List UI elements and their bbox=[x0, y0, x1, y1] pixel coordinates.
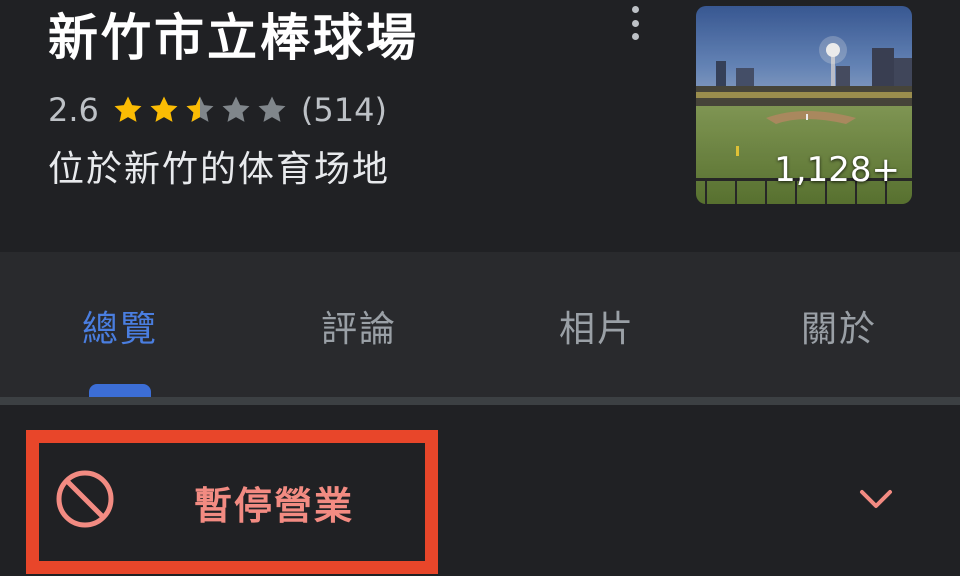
rating-value: 2.6 bbox=[48, 91, 99, 129]
more-dot bbox=[631, 33, 639, 40]
place-photo[interactable]: 1,128+ bbox=[696, 6, 912, 204]
tab-photos[interactable]: 相片 bbox=[517, 300, 677, 352]
place-category: 位於新竹的体育场地 bbox=[48, 149, 391, 190]
star-empty-icon bbox=[258, 96, 286, 122]
place-title: 新竹市立棒球場 bbox=[48, 9, 419, 67]
tab-about[interactable]: 關於 bbox=[759, 300, 919, 352]
chevron-down-icon[interactable] bbox=[856, 484, 896, 512]
tabs-divider bbox=[0, 397, 960, 405]
ban-icon bbox=[56, 470, 114, 528]
star-empty-icon bbox=[222, 96, 250, 122]
star-icon bbox=[150, 96, 178, 122]
photo-count: 1,128+ bbox=[774, 150, 900, 190]
star-rating bbox=[111, 93, 289, 127]
temporarily-closed-label[interactable]: 暫停營業 bbox=[194, 475, 354, 530]
active-tab-indicator bbox=[89, 384, 151, 398]
more-vert-icon[interactable] bbox=[622, 6, 648, 40]
more-dot bbox=[631, 19, 639, 27]
star-icon bbox=[114, 96, 142, 122]
more-dot bbox=[631, 6, 639, 13]
rating-row[interactable]: 2.6 (514) bbox=[48, 88, 387, 132]
review-count: (514) bbox=[300, 91, 387, 129]
tab-overview[interactable]: 總覽 bbox=[40, 300, 200, 352]
tab-reviews[interactable]: 評論 bbox=[279, 300, 439, 352]
star-half-icon bbox=[186, 96, 214, 122]
